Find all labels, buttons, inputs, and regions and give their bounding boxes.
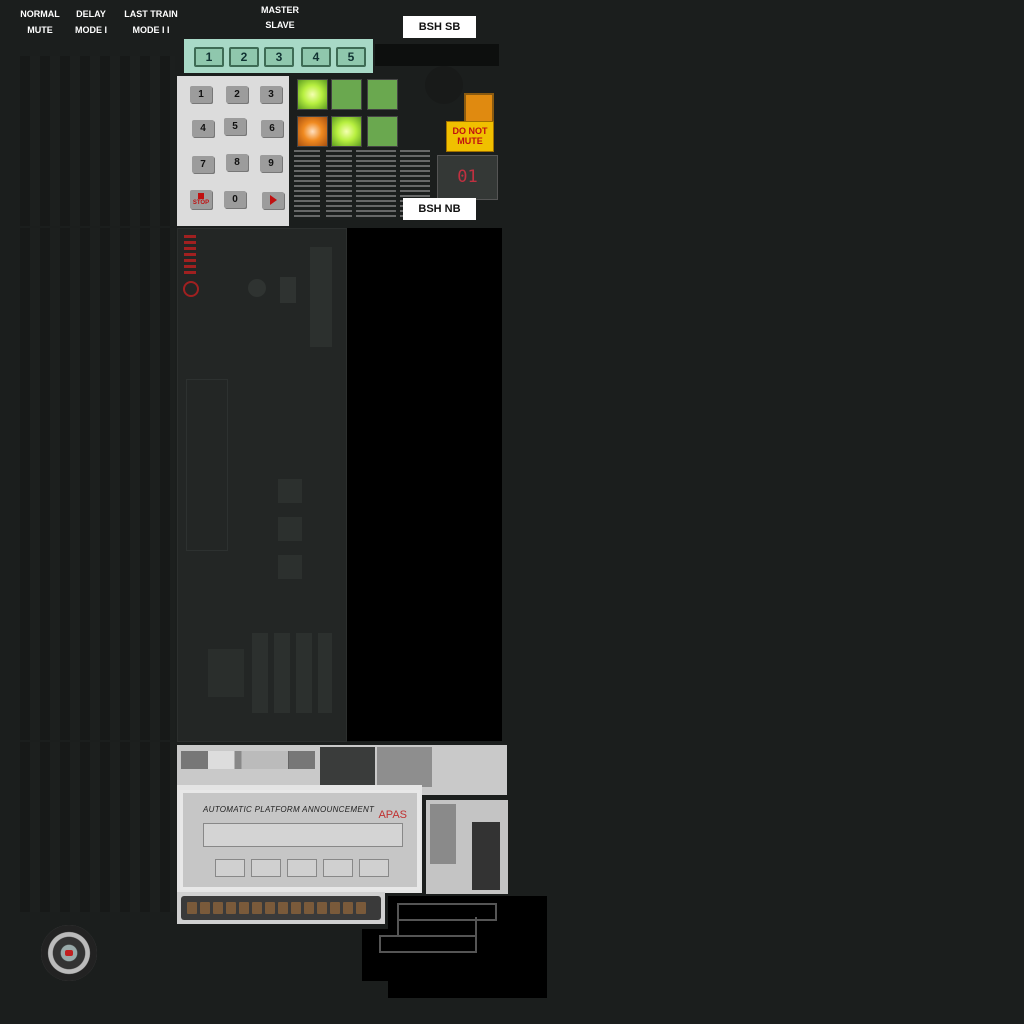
led-7 [265, 902, 275, 914]
slot-button-3[interactable]: 3 [264, 47, 294, 67]
brand-logo-icon [183, 281, 199, 297]
equipment-outline [186, 379, 228, 551]
led-8 [278, 902, 288, 914]
led-10 [304, 902, 314, 914]
equipment-socket [280, 277, 296, 303]
led-5 [239, 902, 249, 914]
slot-button-4[interactable]: 4 [301, 47, 331, 67]
line-art-2 [397, 917, 477, 937]
lamp-green-on-1[interactable] [297, 79, 328, 110]
emblem-center [65, 950, 73, 956]
equipment-panel [177, 228, 347, 742]
left-panel-top [20, 56, 175, 226]
master-label: MASTER [261, 5, 299, 15]
key-2[interactable]: 2 [226, 86, 248, 103]
lamp-green-off-3[interactable] [367, 116, 398, 147]
key-7[interactable]: 7 [192, 156, 214, 173]
blank-panel [347, 228, 502, 741]
equipment-block-4 [208, 649, 244, 697]
dark-socket [320, 747, 375, 787]
key-0[interactable]: 0 [224, 191, 246, 208]
apas-display [203, 823, 403, 847]
side-module-slot [472, 822, 500, 890]
emblem-badge-icon [41, 925, 97, 981]
mode1-label: MODE I [74, 25, 107, 35]
brand-mark [184, 235, 196, 275]
play-button[interactable] [262, 192, 284, 209]
fine-print-1 [294, 150, 320, 218]
led-strip-panel [177, 892, 385, 924]
led-1 [187, 902, 197, 914]
play-icon [269, 195, 277, 206]
slot-button-5[interactable]: 5 [336, 47, 366, 67]
line-art-3 [379, 935, 477, 953]
stop-label: STOP [192, 200, 210, 206]
led-4 [226, 902, 236, 914]
fine-print-3 [356, 150, 396, 218]
top-dark-strip [375, 44, 499, 66]
equipment-slot [310, 247, 332, 347]
lamp-green-on-2[interactable] [331, 116, 362, 147]
grey-socket [377, 747, 432, 787]
do-not-mute-warning: DO NOT MUTE [446, 121, 494, 152]
slot-button-2[interactable]: 2 [229, 47, 259, 67]
equipment-knob [248, 279, 266, 297]
left-panel-middle [20, 228, 175, 740]
led-2 [200, 902, 210, 914]
normal-label: NORMAL [20, 9, 60, 19]
apas-button-5[interactable] [359, 859, 389, 877]
slave-label: SLAVE [265, 20, 295, 30]
master-slave-selector: 1 2 3 4 5 [184, 39, 373, 73]
connector-end [289, 751, 315, 769]
lamp-green-off-1[interactable] [331, 79, 362, 110]
mode2-label: MODE I I [132, 25, 170, 35]
apas-panel: AUTOMATIC PLATFORM ANNOUNCEMENT APAS [180, 790, 420, 890]
equipment-block-3 [278, 555, 302, 579]
lamp-orange-on[interactable] [297, 116, 328, 147]
key-1[interactable]: 1 [190, 86, 212, 103]
equipment-block-2 [278, 517, 302, 541]
equipment-block-1 [278, 479, 302, 503]
led-9 [291, 902, 301, 914]
orange-indicator[interactable] [464, 93, 494, 123]
apas-button-4[interactable] [323, 859, 353, 877]
led-strip [181, 896, 381, 920]
dial-shadow [425, 66, 463, 104]
apas-button-3[interactable] [287, 859, 317, 877]
mute-label: MUTE [27, 25, 53, 35]
side-module [426, 800, 508, 894]
key-9[interactable]: 9 [260, 155, 282, 172]
lamp-green-off-2[interactable] [367, 79, 398, 110]
apas-brand: APAS [378, 809, 407, 821]
apas-button-2[interactable] [251, 859, 281, 877]
key-6[interactable]: 6 [261, 120, 283, 137]
led-14 [356, 902, 366, 914]
led-12 [330, 902, 340, 914]
slot-button-1[interactable]: 1 [194, 47, 224, 67]
fine-print-2 [326, 150, 352, 218]
stop-button[interactable]: STOP [190, 190, 212, 209]
key-8[interactable]: 8 [226, 154, 248, 171]
delay-label: DELAY [76, 9, 106, 19]
apas-title: AUTOMATIC PLATFORM ANNOUNCEMENT [203, 805, 375, 814]
led-6 [252, 902, 262, 914]
bsh-sb-label: BSH SB [403, 16, 476, 38]
led-3 [213, 902, 223, 914]
bsh-nb-label: BSH NB [403, 198, 476, 220]
equipment-grid [252, 633, 332, 713]
led-11 [317, 902, 327, 914]
led-13 [343, 902, 353, 914]
side-module-block [430, 804, 456, 864]
key-3[interactable]: 3 [260, 86, 282, 103]
key-5[interactable]: 5 [224, 118, 246, 135]
keypad-panel: 1 2 3 4 5 6 7 8 9 STOP 0 [177, 76, 289, 226]
last-train-label: LAST TRAIN [124, 9, 178, 19]
apas-button-1[interactable] [215, 859, 245, 877]
left-panel-bottom [20, 742, 175, 912]
key-4[interactable]: 4 [192, 120, 214, 137]
counter-display: 01 [437, 155, 498, 200]
